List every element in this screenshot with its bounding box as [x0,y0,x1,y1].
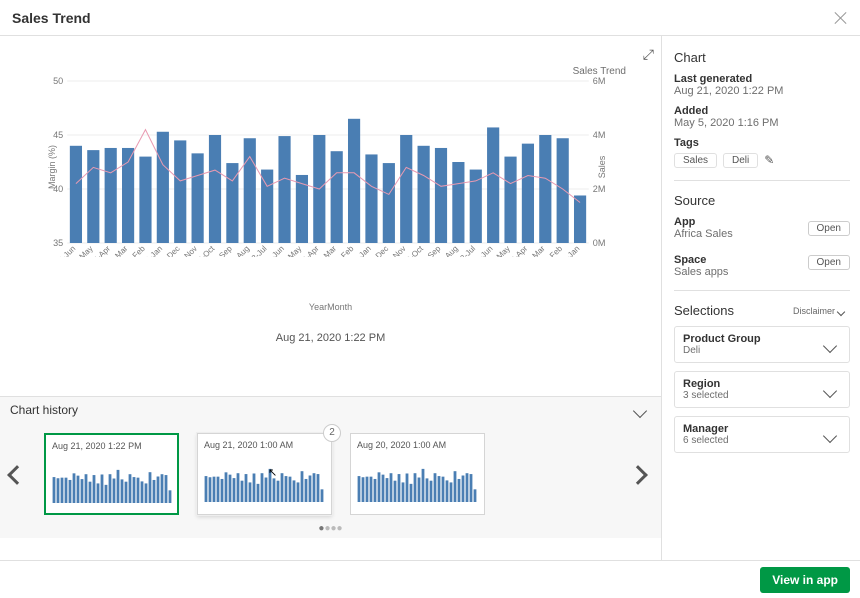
chevron-right-icon [628,465,648,485]
main-chart: Sales Trend 354045500M2M4M6M2014-Jun2014… [0,36,661,396]
selection-card[interactable]: Region3 selected [674,371,850,408]
disclaimer-link[interactable]: Disclaimer [793,306,850,316]
space-name: Sales apps [674,266,808,278]
chevron-down-icon [823,383,837,397]
close-icon[interactable] [834,11,848,25]
chevron-down-icon [823,428,837,442]
history-thumb[interactable]: Aug 21, 2020 1:22 PM [44,433,179,515]
chart-canvas: 354045500M2M4M6M2014-Jun2014-May2014-Apr… [45,77,611,257]
svg-text:Sales: Sales [597,155,607,178]
history-thumb[interactable]: Aug 21, 2020 1:00 AM2↖ [197,433,332,515]
tag[interactable]: Sales [674,153,717,168]
chart-timestamp: Aug 21, 2020 1:22 PM [20,332,641,344]
svg-text:0M: 0M [593,238,606,248]
chevron-down-icon [837,307,845,315]
open-space-button[interactable]: Open [808,255,850,270]
chart-title: Sales Trend [20,66,641,77]
chevron-left-icon [7,465,27,485]
chevron-down-icon [823,338,837,352]
chart-history: Chart history Aug 21, 2020 1:22 PMAug 21… [0,396,661,538]
app-name: Africa Sales [674,228,808,240]
open-app-button[interactable]: Open [808,221,850,236]
svg-text:4M: 4M [593,130,606,140]
svg-text:35: 35 [53,238,63,248]
selection-card[interactable]: Product GroupDeli [674,326,850,363]
history-prev-button[interactable] [6,466,34,482]
view-in-app-button[interactable]: View in app [760,567,850,593]
side-heading-chart: Chart [674,50,850,65]
thumb-badge: 2 [323,424,341,442]
svg-text:50: 50 [53,77,63,86]
last-generated-value: Aug 21, 2020 1:22 PM [674,85,850,97]
svg-text:45: 45 [53,130,63,140]
svg-text:Margin (%): Margin (%) [47,145,57,189]
page-title: Sales Trend [12,10,834,26]
side-panel: Chart Last generated Aug 21, 2020 1:22 P… [662,36,860,560]
x-axis-label: YearMonth [20,302,641,312]
tag[interactable]: Deli [723,153,758,168]
selection-card[interactable]: Manager6 selected [674,416,850,453]
svg-text:6M: 6M [593,77,606,86]
edit-tags-icon[interactable] [764,155,776,167]
cursor-icon: ↖ [268,466,277,479]
side-heading-source: Source [674,193,850,208]
side-heading-selections: Selections [674,303,793,318]
svg-text:2M: 2M [593,184,606,194]
added-value: May 5, 2020 1:16 PM [674,117,850,129]
history-next-button[interactable] [627,466,655,482]
chevron-down-icon [633,404,647,418]
history-toggle[interactable]: Chart history [0,397,661,423]
history-dots: ●●●● [0,521,661,538]
history-thumb[interactable]: Aug 20, 2020 1:00 AM [350,433,485,515]
